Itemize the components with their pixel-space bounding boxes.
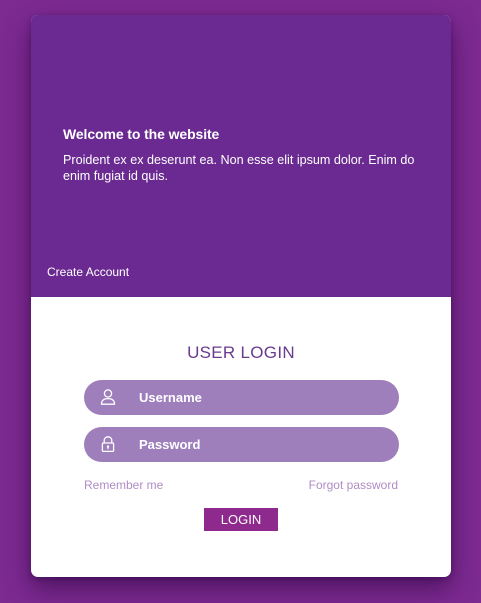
login-title: USER LOGIN bbox=[187, 343, 295, 362]
lock-icon bbox=[99, 435, 117, 453]
password-field[interactable] bbox=[84, 427, 399, 462]
login-button[interactable]: LOGIN bbox=[204, 508, 278, 531]
forgot-password-link[interactable]: Forgot password bbox=[309, 478, 398, 492]
remember-me-link[interactable]: Remember me bbox=[84, 478, 163, 492]
user-icon bbox=[99, 388, 117, 406]
username-input[interactable] bbox=[139, 380, 379, 415]
welcome-panel: Welcome to the website Proident ex ex de… bbox=[31, 15, 451, 297]
welcome-title: Welcome to the website bbox=[63, 126, 220, 142]
welcome-text: Proident ex ex deserunt ea. Non esse eli… bbox=[63, 153, 415, 183]
username-field[interactable] bbox=[84, 380, 399, 415]
login-card: Welcome to the website Proident ex ex de… bbox=[31, 15, 451, 577]
password-input[interactable] bbox=[139, 427, 379, 462]
create-account-link[interactable]: Create Account bbox=[47, 265, 129, 279]
